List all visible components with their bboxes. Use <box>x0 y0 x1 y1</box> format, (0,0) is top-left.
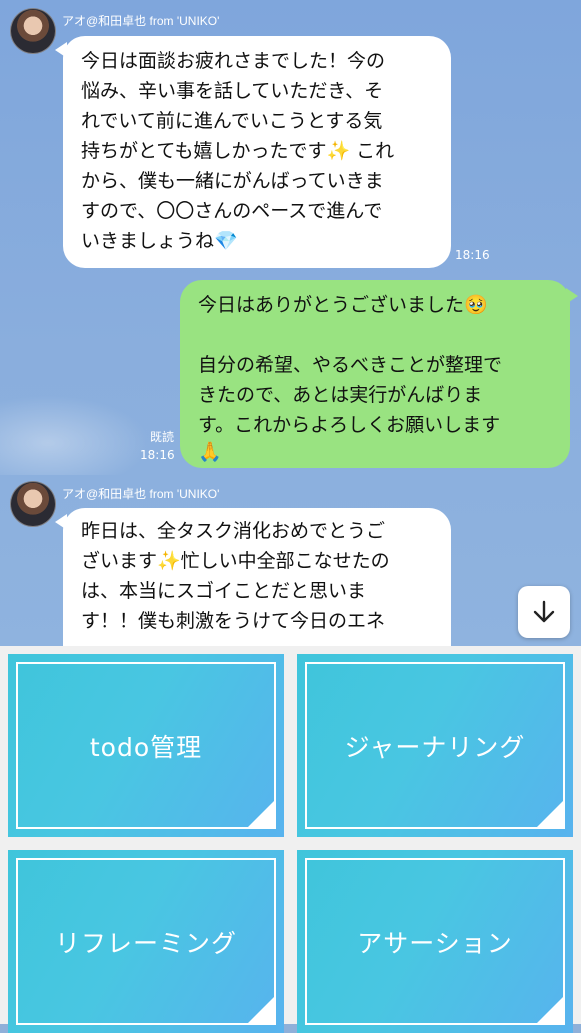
menu-item-label: todo管理 <box>89 732 203 762</box>
sender-name: アオ@和田卓也 from 'UNIKO' <box>62 487 220 501</box>
menu-item-label: ジャーナリング <box>344 732 526 762</box>
message-line: ざいます✨忙しい中全部こなせたの <box>81 550 390 572</box>
message-line: 昨日は、全タスク消化おめでとうご <box>81 520 386 542</box>
message-line: 持ちがとても嬉しかったです✨ これ <box>81 140 395 162</box>
message-timestamp: 18:16 <box>455 248 490 262</box>
tile-corner <box>535 995 565 1025</box>
background-cloud <box>0 395 150 475</box>
arrow-down-icon <box>533 600 555 623</box>
sender-avatar[interactable] <box>10 8 56 54</box>
menu-item-assertion[interactable]: アサーション <box>297 850 573 1033</box>
sender-avatar[interactable] <box>10 481 56 527</box>
incoming-message-bubble[interactable]: 今日は面談お疲れさまでした！今の 悩み、辛い事を話していただき、そ れでいて前に… <box>55 36 451 268</box>
message-line: 悩み、辛い事を話していただき、そ <box>81 80 384 102</box>
message-line: から、僕も一緒にがんばっていきま <box>81 170 384 192</box>
message-line: 今日は面談お疲れさまでした！今の <box>81 50 386 72</box>
message-line: れでいて前に進んでいこうとする気 <box>81 110 383 132</box>
menu-item-label: アサーション <box>357 928 513 958</box>
tile-corner <box>246 799 276 829</box>
message-line: は、本当にスゴイことだと思いま <box>81 580 367 602</box>
menu-item-journaling[interactable]: ジャーナリング <box>297 654 573 837</box>
tile-corner <box>535 799 565 829</box>
message-line: いきましょうね💎 <box>81 230 238 252</box>
message-timestamp: 18:16 <box>140 448 175 462</box>
menu-item-todo[interactable]: todo管理 <box>8 654 284 837</box>
message-line: きたので、あとは実行がんばりま <box>198 384 483 406</box>
message-line: す。これからよろしくお願いします <box>198 414 501 436</box>
message-line: すので、〇〇さんのペースで進んで <box>81 200 383 222</box>
chat-area[interactable]: アオ@和田卓也 from 'UNIKO' 今日は面談お疲れさまでした！今の 悩み… <box>0 0 581 646</box>
message-line: す！！僕も刺激をうけて今日のエネ <box>81 610 386 632</box>
scroll-to-bottom-button[interactable] <box>518 586 570 638</box>
message-line: 自分の希望、やるべきことが整理で <box>198 354 503 376</box>
tile-corner <box>246 995 276 1025</box>
menu-item-label: リフレーミング <box>54 928 237 958</box>
read-label: 既読 <box>149 430 174 444</box>
message-line: 🙏 <box>198 441 222 463</box>
read-receipt: 既読 18:16 <box>140 428 175 464</box>
outgoing-message-bubble[interactable]: 今日はありがとうございました🥹 自分の希望、やるべきことが整理で きたので、あと… <box>180 280 578 468</box>
message-line: 今日はありがとうございました🥹 <box>198 294 488 316</box>
menu-item-reframing[interactable]: リフレーミング <box>8 850 284 1033</box>
incoming-message-bubble[interactable]: 昨日は、全タスク消化おめでとうご ざいます✨忙しい中全部こなせたの は、本当にス… <box>55 508 451 646</box>
rich-menu: todo管理 ジャーナリング リフレーミング アサーション <box>0 646 581 1033</box>
sender-name: アオ@和田卓也 from 'UNIKO' <box>62 14 220 28</box>
message-line <box>198 320 570 350</box>
